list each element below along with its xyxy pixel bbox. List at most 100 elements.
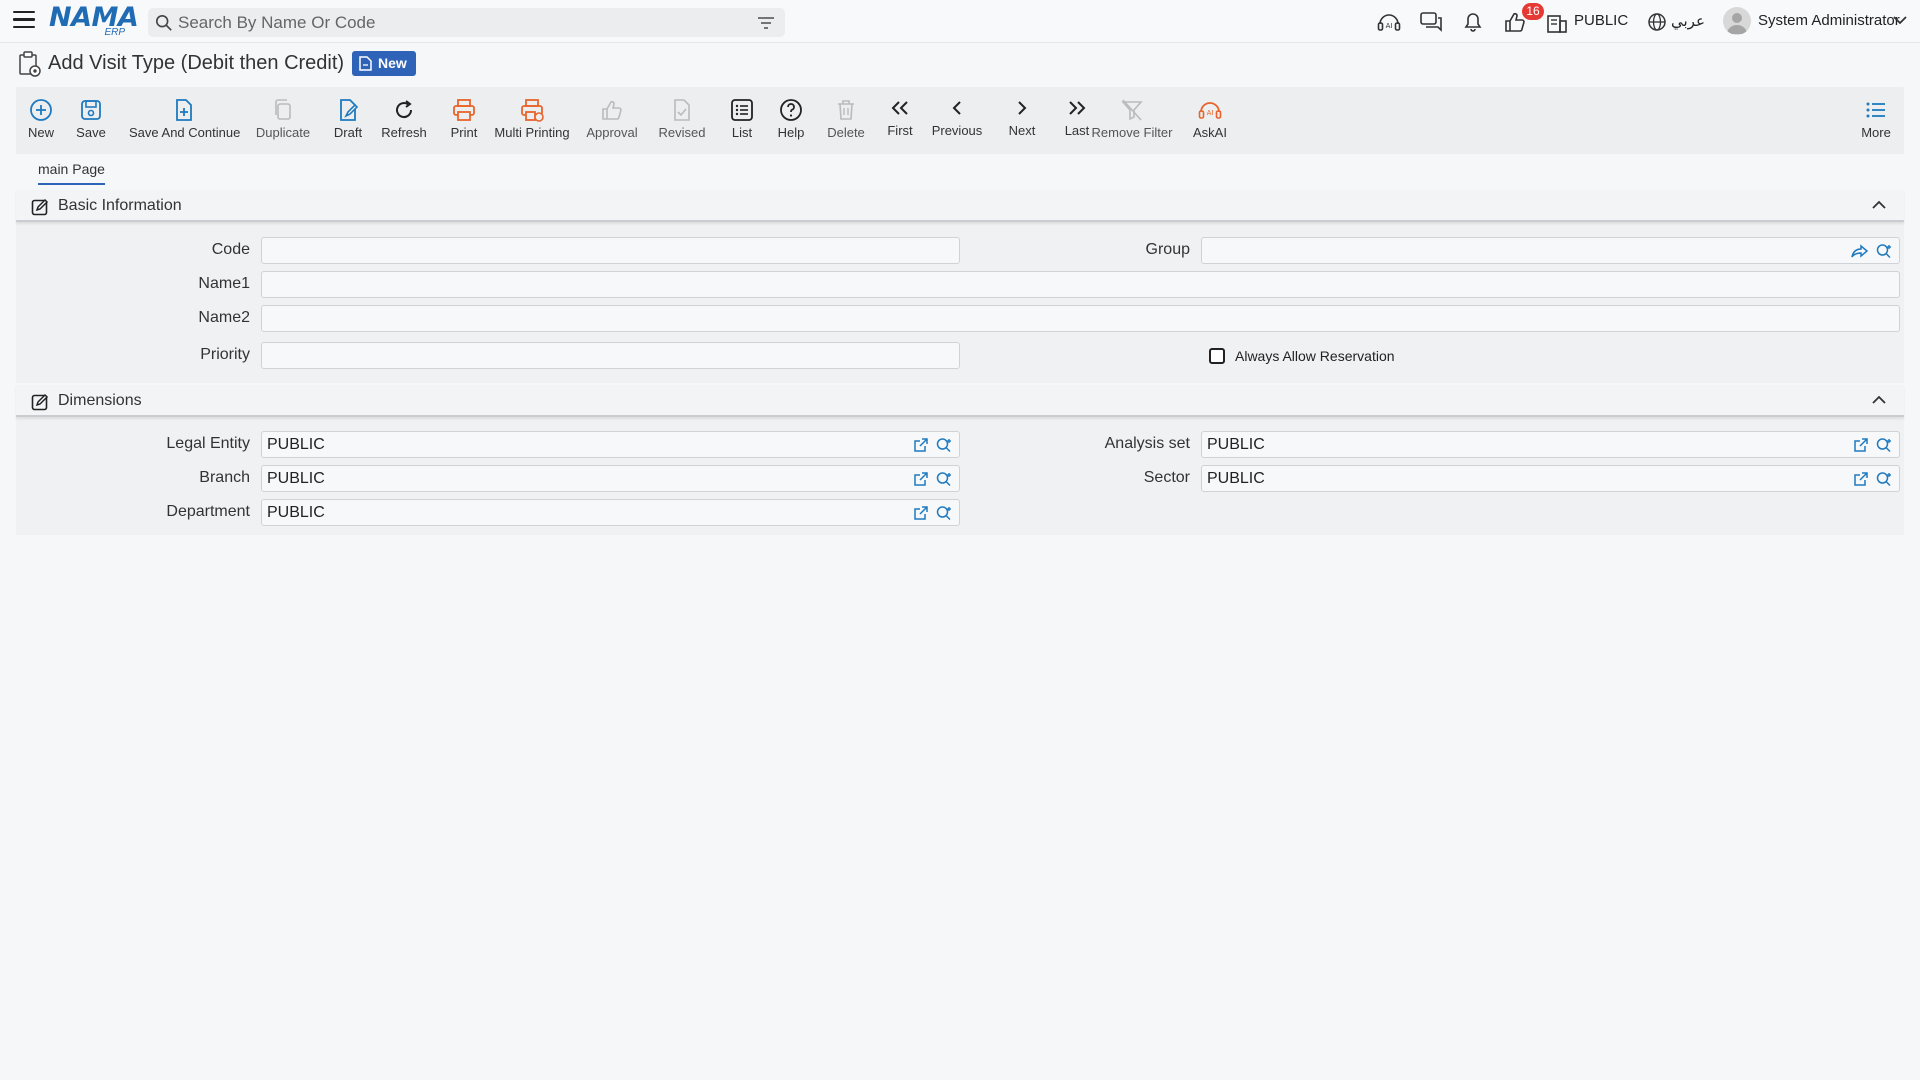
search-plus-icon[interactable]: [935, 471, 953, 487]
analysis-set-field[interactable]: PUBLIC: [1201, 431, 1900, 458]
draft-button[interactable]: Draft: [328, 87, 368, 154]
help-button[interactable]: Help: [773, 87, 809, 154]
name2-field[interactable]: [261, 305, 1900, 332]
sector-label: Sector: [1143, 469, 1190, 486]
copy-icon: [275, 99, 291, 120]
open-external-icon[interactable]: [1853, 471, 1869, 487]
chat-icon[interactable]: [1418, 9, 1444, 35]
save-icon: [81, 100, 101, 120]
search-plus-icon[interactable]: [935, 505, 953, 521]
dimensions-header[interactable]: Dimensions: [16, 385, 1904, 417]
search-plus-icon[interactable]: [935, 437, 953, 453]
help-circle-icon: [780, 99, 802, 121]
search-plus-icon[interactable]: [1875, 437, 1893, 453]
user-name[interactable]: System Administrator: [1758, 12, 1900, 29]
open-external-icon[interactable]: [913, 437, 929, 453]
search-icon: [155, 14, 172, 31]
edit-square-icon: [31, 198, 49, 216]
building-icon: [1547, 15, 1567, 33]
chevron-up-icon[interactable]: [1872, 395, 1886, 405]
ai-assistant-icon[interactable]: AI: [1376, 9, 1402, 35]
revised-button[interactable]: Revised: [656, 87, 708, 154]
basic-information-header[interactable]: Basic Information: [16, 190, 1904, 222]
legal-entity-field[interactable]: PUBLIC: [261, 431, 960, 458]
thumbs-up-icon: [602, 100, 622, 120]
branch-label: Branch: [199, 469, 250, 486]
page-title: Add Visit Type (Debit then Credit): [48, 52, 345, 74]
name1-field[interactable]: [261, 271, 1900, 298]
department-field[interactable]: PUBLIC: [261, 499, 960, 526]
chevron-right-icon: [1018, 101, 1027, 115]
global-search: [148, 8, 785, 37]
priority-label: Priority: [200, 346, 250, 363]
askai-button[interactable]: AI AskAI: [1188, 87, 1232, 154]
open-external-icon[interactable]: [913, 471, 929, 487]
chevron-up-icon[interactable]: [1872, 200, 1886, 210]
remove-filter-button[interactable]: Remove Filter: [1091, 87, 1173, 154]
save-button[interactable]: Save: [74, 87, 108, 154]
duplicate-button[interactable]: Duplicate: [253, 87, 313, 154]
priority-field[interactable]: [261, 342, 960, 369]
next-button[interactable]: Next: [1004, 87, 1040, 154]
globe-icon[interactable]: [1646, 9, 1668, 35]
open-external-icon[interactable]: [913, 505, 929, 521]
first-button[interactable]: First: [882, 87, 918, 154]
refresh-icon: [396, 100, 413, 119]
user-avatar[interactable]: [1723, 7, 1751, 35]
previous-button[interactable]: Previous: [927, 87, 987, 154]
hamburger-menu-icon[interactable]: [13, 11, 35, 31]
name2-label: Name2: [198, 309, 250, 326]
filter-lines-icon[interactable]: [757, 15, 775, 31]
multi-printer-icon: [521, 99, 544, 122]
branch-field[interactable]: PUBLIC: [261, 465, 960, 492]
print-button[interactable]: Print: [444, 87, 484, 154]
plus-circle-icon: [30, 99, 52, 121]
analysis-set-label: Analysis set: [1104, 435, 1190, 452]
share-arrow-icon[interactable]: [1851, 243, 1869, 259]
action-toolbar: New Save Save And Continue Duplicate Dra…: [16, 87, 1904, 154]
approval-button[interactable]: Approval: [585, 87, 639, 154]
search-input[interactable]: [178, 11, 738, 34]
revised-doc-icon: [674, 99, 690, 121]
list-button[interactable]: List: [724, 87, 760, 154]
svg-text:AI: AI: [1386, 22, 1393, 30]
refresh-button[interactable]: Refresh: [379, 87, 429, 154]
list-icon: [731, 99, 753, 121]
department-label: Department: [166, 503, 250, 520]
draft-edit-icon: [340, 99, 359, 121]
legal-entity-label: Legal Entity: [166, 435, 250, 452]
language-toggle[interactable]: عربي: [1671, 12, 1705, 30]
file-plus-icon: [176, 99, 192, 121]
group-field[interactable]: [1201, 237, 1900, 264]
code-field[interactable]: [261, 237, 960, 264]
notification-badge: 16: [1522, 3, 1544, 20]
document-icon: [359, 56, 372, 71]
tab-main-page[interactable]: main Page: [38, 161, 105, 185]
search-plus-icon[interactable]: [1875, 243, 1893, 259]
always-allow-reservation-label[interactable]: Always Allow Reservation: [1235, 348, 1395, 364]
chevron-left-icon: [952, 101, 961, 115]
chevron-down-icon[interactable]: [1893, 15, 1907, 25]
form-settings-icon: [19, 51, 41, 77]
trash-icon: [838, 100, 854, 120]
sector-field[interactable]: PUBLIC: [1201, 465, 1900, 492]
search-plus-icon[interactable]: [1875, 471, 1893, 487]
always-allow-reservation-checkbox[interactable]: [1209, 348, 1225, 364]
svg-text:AI: AI: [1207, 109, 1214, 117]
name1-label: Name1: [198, 275, 250, 292]
new-button[interactable]: New: [24, 87, 58, 154]
more-button[interactable]: More: [1856, 87, 1896, 154]
page-tabs: main Page: [16, 157, 1904, 187]
delete-button[interactable]: Delete: [822, 87, 870, 154]
filter-off-icon: [1121, 99, 1143, 121]
save-and-continue-button[interactable]: Save And Continue: [129, 87, 240, 154]
status-badge: New: [352, 51, 416, 76]
double-chevron-left-icon: [891, 101, 908, 115]
more-list-icon: [1866, 102, 1885, 118]
multi-printing-button[interactable]: Multi Printing: [494, 87, 570, 154]
open-external-icon[interactable]: [1853, 437, 1869, 453]
bell-icon[interactable]: [1460, 9, 1486, 35]
last-button[interactable]: Last: [1059, 87, 1095, 154]
org-selector[interactable]: PUBLIC: [1574, 12, 1628, 29]
nama-logo[interactable]: NAMA ERP: [49, 2, 139, 38]
